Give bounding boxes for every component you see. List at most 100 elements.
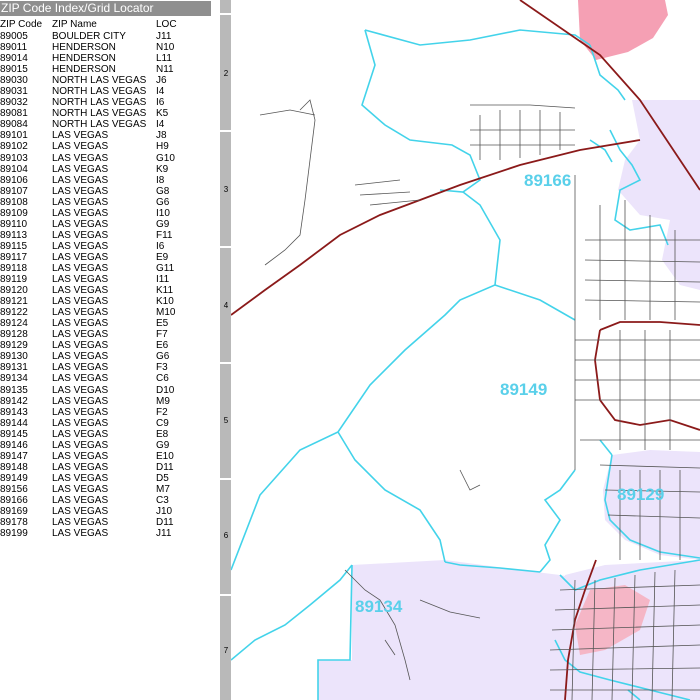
row-zip-code: 89030 [0,75,28,87]
index-row: 89166 LAS VEGAS C3 [0,495,212,506]
index-row: 89115 LAS VEGAS I6 [0,241,212,252]
header-zip-name: ZIP Name [52,19,97,30]
row-zip-name: NORTH LAS VEGAS [52,97,147,109]
row-zip-name: LAS VEGAS [52,517,109,529]
index-row: 89169 LAS VEGAS J10 [0,506,212,517]
grid-tick [220,362,231,364]
index-row: 89145 LAS VEGAS E8 [0,429,212,440]
row-zip-name: LAS VEGAS [52,274,109,286]
row-loc: H9 [156,141,169,153]
row-loc: F3 [156,362,168,374]
row-zip-code: 89130 [0,351,28,363]
row-zip-code: 89128 [0,329,28,341]
map-view[interactable]: 89166 89149 89129 89134 [231,0,700,700]
row-zip-name: LAS VEGAS [52,384,109,396]
row-zip-code: 89103 [0,152,28,164]
index-row: 89147 LAS VEGAS E10 [0,451,212,462]
row-zip-name: LAS VEGAS [52,163,109,175]
row-zip-name: NORTH LAS VEGAS [52,108,147,120]
index-row: 89199 LAS VEGAS J11 [0,528,212,539]
index-row: 89107 LAS VEGAS G8 [0,186,212,197]
row-loc: E9 [156,251,169,263]
index-row: 89101 LAS VEGAS J8 [0,130,212,141]
row-zip-name: LAS VEGAS [52,318,109,330]
row-zip-code: 89131 [0,362,28,374]
index-row: 89128 LAS VEGAS F7 [0,329,212,340]
row-zip-name: HENDERSON [52,53,116,65]
index-row: 89122 LAS VEGAS M10 [0,307,212,318]
row-zip-name: NORTH LAS VEGAS [52,86,147,98]
header-loc: LOC [156,19,177,30]
row-zip-name: LAS VEGAS [52,152,109,164]
row-loc: K9 [156,163,169,175]
row-zip-code: 89015 [0,64,28,76]
row-zip-code: 89117 [0,251,28,263]
map-canvas [231,0,700,700]
row-zip-name: LAS VEGAS [52,207,109,219]
row-zip-name: LAS VEGAS [52,196,109,208]
row-zip-name: LAS VEGAS [52,174,109,186]
zip-label-89129: 89129 [617,485,665,504]
grid-row-number: 4 [223,301,229,310]
row-zip-code: 89120 [0,285,28,297]
row-loc: M9 [156,395,170,407]
index-row: 89119 LAS VEGAS I11 [0,274,212,285]
row-zip-name: LAS VEGAS [52,240,109,252]
row-zip-code: 89166 [0,494,28,506]
index-row: 89081 NORTH LAS VEGAS K5 [0,108,212,119]
grid-tick [220,130,231,132]
row-loc: C6 [156,373,169,385]
index-row: 89148 LAS VEGAS D11 [0,462,212,473]
zip-index-panel: ZIP Code Index/Grid Locator ZIP Code ZIP… [0,0,212,700]
row-zip-code: 89102 [0,141,28,153]
row-loc: I6 [156,240,165,252]
row-zip-name: LAS VEGAS [52,141,109,153]
row-zip-code: 89148 [0,461,28,473]
row-zip-name: LAS VEGAS [52,428,109,440]
index-row: 89142 LAS VEGAS M9 [0,396,212,407]
index-row: 89031 NORTH LAS VEGAS I4 [0,86,212,97]
index-row: 89130 LAS VEGAS G6 [0,351,212,362]
row-loc: E5 [156,318,169,330]
row-loc: E6 [156,340,169,352]
index-row: 89011 HENDERSON N10 [0,42,212,53]
row-loc: K11 [156,285,174,297]
row-zip-name: LAS VEGAS [52,472,109,484]
row-zip-code: 89147 [0,450,28,462]
header-zip-code: ZIP Code [0,19,43,30]
row-zip-name: LAS VEGAS [52,395,109,407]
row-loc: F11 [156,229,173,241]
zone-89134 [318,560,585,700]
index-row: 89110 LAS VEGAS G9 [0,219,212,230]
row-zip-name: NORTH LAS VEGAS [52,119,147,131]
row-loc: M10 [156,307,176,319]
row-zip-code: 89135 [0,384,28,396]
row-zip-name: LAS VEGAS [52,494,109,506]
index-row: 89131 LAS VEGAS F3 [0,362,212,373]
row-zip-code: 89169 [0,506,28,518]
row-zip-name: LAS VEGAS [52,185,109,197]
row-zip-name: LAS VEGAS [52,251,109,263]
row-zip-code: 89178 [0,517,28,529]
row-loc: D11 [156,517,174,529]
row-zip-code: 89005 [0,31,28,42]
row-zip-code: 89110 [0,218,28,230]
row-zip-code: 89149 [0,472,28,484]
grid-tick [220,594,231,596]
row-loc: G8 [156,185,170,197]
row-zip-code: 89101 [0,130,28,142]
index-row: 89124 LAS VEGAS E5 [0,318,212,329]
row-zip-code: 89156 [0,483,28,495]
row-zip-code: 89146 [0,439,28,451]
index-row: 89102 LAS VEGAS H9 [0,141,212,152]
row-loc: I8 [156,174,165,186]
row-loc: J10 [156,506,173,518]
row-zip-name: LAS VEGAS [52,362,109,374]
row-zip-name: LAS VEGAS [52,285,109,297]
grid-row-number: 6 [223,531,229,540]
row-loc: G6 [156,351,170,363]
row-loc: K5 [156,108,169,120]
row-loc: J11 [156,31,172,42]
row-zip-code: 89142 [0,395,28,407]
row-loc: E8 [156,428,169,440]
